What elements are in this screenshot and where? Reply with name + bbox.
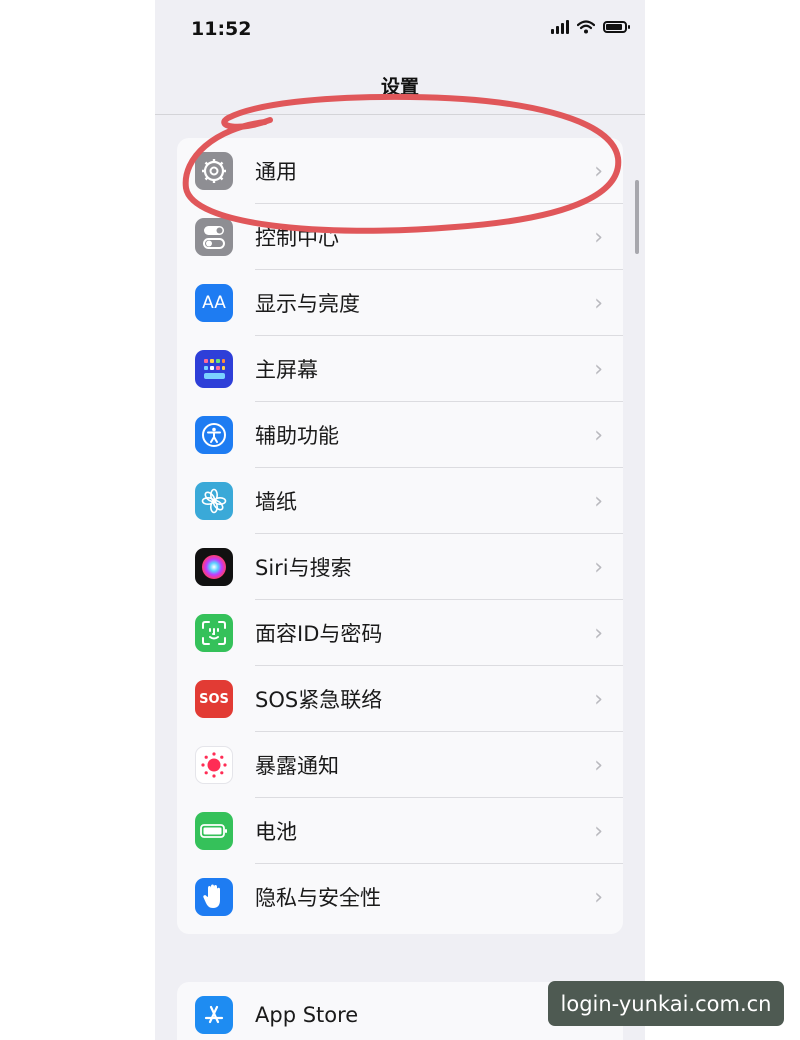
settings-row-label: Siri与搜索	[255, 556, 352, 580]
chevron-right-icon: ›	[594, 422, 603, 448]
settings-row-label: 墙纸	[255, 490, 297, 514]
chevron-right-icon: ›	[594, 488, 603, 514]
sos-icon: SOS	[195, 680, 233, 718]
cellular-signal-icon	[551, 20, 569, 34]
phone-screen: 11:52 设置 通用 › 控制中心 › AA 显示与亮度 › 主屏幕 › 辅助…	[155, 0, 645, 1040]
settings-row-accessibility[interactable]: 辅助功能 ›	[177, 402, 623, 468]
settings-row-label: 隐私与安全性	[255, 886, 381, 910]
chevron-right-icon: ›	[594, 752, 603, 778]
settings-row-label: 显示与亮度	[255, 292, 360, 316]
home-grid-icon	[195, 350, 233, 388]
chevron-right-icon: ›	[594, 686, 603, 712]
chevron-right-icon: ›	[594, 620, 603, 646]
chevron-right-icon: ›	[594, 158, 603, 184]
settings-row-label: 暴露通知	[255, 754, 339, 778]
settings-row-wallpaper[interactable]: 墙纸 ›	[177, 468, 623, 534]
aa-icon: AA	[195, 284, 233, 322]
chevron-right-icon: ›	[594, 224, 603, 250]
toggles-icon	[195, 218, 233, 256]
hand-icon	[195, 878, 233, 916]
settings-row-label: 主屏幕	[255, 358, 318, 382]
status-icons	[551, 20, 630, 34]
battery-status-icon	[603, 21, 630, 33]
settings-row-label: 电池	[255, 820, 297, 844]
watermark: login-yunkai.com.cn	[548, 981, 784, 1026]
settings-row-label: 控制中心	[255, 226, 339, 250]
settings-row-general[interactable]: 通用 ›	[177, 138, 623, 204]
gear-icon	[195, 152, 233, 190]
chevron-right-icon: ›	[594, 554, 603, 580]
accessibility-icon	[195, 416, 233, 454]
chevron-right-icon: ›	[594, 818, 603, 844]
status-bar: 11:52	[155, 0, 645, 60]
settings-row-label: App Store	[255, 1003, 359, 1027]
scrollbar[interactable]	[635, 180, 639, 254]
settings-row-emergency-sos[interactable]: SOS SOS紧急联络 ›	[177, 666, 623, 732]
siri-icon	[195, 548, 233, 586]
chevron-right-icon: ›	[594, 884, 603, 910]
nav-divider	[155, 114, 645, 115]
settings-row-label: 辅助功能	[255, 424, 339, 448]
battery-icon	[195, 812, 233, 850]
settings-row-label: 面容ID与密码	[255, 622, 383, 646]
settings-group-main: 通用 › 控制中心 › AA 显示与亮度 › 主屏幕 › 辅助功能 › 墙纸 ›…	[177, 138, 623, 934]
wifi-icon	[577, 20, 595, 34]
face-id-icon	[195, 614, 233, 652]
wallpaper-flower-icon	[195, 482, 233, 520]
page-title: 设置	[380, 76, 419, 98]
settings-row-home-screen[interactable]: 主屏幕 ›	[177, 336, 623, 402]
settings-row-label: SOS紧急联络	[255, 688, 383, 712]
chevron-right-icon: ›	[594, 356, 603, 382]
settings-row-face-id[interactable]: 面容ID与密码 ›	[177, 600, 623, 666]
settings-row-exposure-notifications[interactable]: 暴露通知 ›	[177, 732, 623, 798]
settings-row-privacy[interactable]: 隐私与安全性 ›	[177, 864, 623, 930]
settings-row-label: 通用	[255, 160, 297, 184]
settings-row-battery[interactable]: 电池 ›	[177, 798, 623, 864]
status-time: 11:52	[191, 18, 252, 40]
settings-row-siri[interactable]: Siri与搜索 ›	[177, 534, 623, 600]
settings-row-control-center[interactable]: 控制中心 ›	[177, 204, 623, 270]
exposure-icon	[195, 746, 233, 784]
app-store-icon	[195, 996, 233, 1034]
chevron-right-icon: ›	[594, 290, 603, 316]
settings-row-display[interactable]: AA 显示与亮度 ›	[177, 270, 623, 336]
